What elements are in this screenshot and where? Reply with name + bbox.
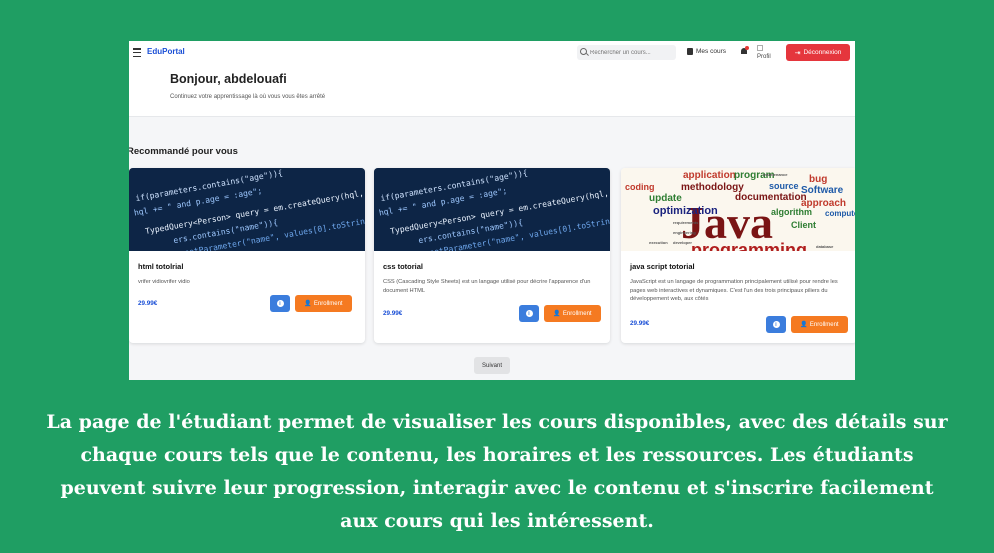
search-input[interactable] (590, 49, 670, 56)
course-thumbnail: Java programming application program mai… (621, 168, 855, 251)
welcome-banner: Bonjour, abdelouafi Continuez votre appr… (129, 66, 855, 117)
section-title: Recommandé pour vous (129, 146, 238, 157)
my-courses-label: Mes cours (696, 48, 726, 55)
app-screenshot: EduPortal Mes cours Profil ⇥ Déconnexion… (129, 41, 855, 380)
info-button[interactable]: i (766, 316, 786, 333)
word: bug (809, 174, 827, 185)
logout-icon: ⇥ (794, 49, 801, 57)
word: execution (649, 240, 668, 245)
broken-image-icon (757, 45, 763, 51)
info-button[interactable]: i (519, 305, 539, 322)
my-courses-link[interactable]: Mes cours (687, 48, 726, 55)
course-title: css totorial (383, 262, 424, 271)
brand-logo[interactable]: EduPortal (147, 47, 185, 56)
word: documentation (735, 192, 807, 203)
user-plus-icon: 👤 (553, 311, 561, 317)
avatar[interactable]: Profil (757, 45, 771, 61)
logout-button[interactable]: ⇥ Déconnexion (786, 44, 850, 61)
word: algorithm (771, 207, 812, 217)
navbar: EduPortal Mes cours Profil ⇥ Déconnexion (129, 41, 855, 67)
course-title: java script totorial (630, 262, 695, 271)
user-plus-icon: 👤 (304, 301, 312, 307)
course-thumbnail: if(parameters.contains("age")){ hql += "… (374, 168, 610, 251)
word: developer (673, 240, 692, 245)
word: Software (801, 185, 844, 196)
enroll-label: Enrollment (313, 300, 343, 307)
word: application (683, 170, 736, 181)
next-button[interactable]: Suivant (474, 357, 510, 374)
greeting-subtitle: Continuez votre apprentissage là où vous… (170, 94, 326, 100)
course-description: CSS (Cascading Style Sheets) est un lang… (383, 279, 591, 294)
word: source (769, 181, 799, 191)
notifications-button[interactable] (740, 46, 749, 56)
course-card[interactable]: Java programming application program mai… (621, 168, 855, 343)
enroll-label: Enrollment (562, 310, 592, 317)
enroll-button[interactable]: 👤 Enrollment (544, 305, 601, 322)
logout-label: Déconnexion (803, 49, 842, 56)
enroll-button[interactable]: 👤 Enrollment (295, 295, 352, 312)
course-price: 29.99€ (138, 300, 158, 307)
search-icon (580, 48, 589, 57)
course-description: vrifer vidiovrifer vidio (138, 279, 190, 285)
course-title: html totolrial (138, 262, 184, 271)
course-card[interactable]: if(parameters.contains("age")){ hql += "… (374, 168, 610, 343)
course-price: 29.99€ (630, 320, 650, 327)
enroll-button[interactable]: 👤 Enrollment (791, 316, 848, 333)
word: database (816, 244, 834, 249)
user-plus-icon: 👤 (800, 322, 808, 328)
word: requirements (673, 220, 699, 225)
notification-badge (745, 46, 749, 50)
word: update (649, 193, 682, 204)
course-price: 29.99€ (383, 310, 403, 317)
info-icon: i (276, 300, 284, 307)
menu-icon[interactable] (133, 48, 141, 57)
course-thumbnail: if(parameters.contains("age")){ hql += "… (129, 168, 365, 251)
word: Client (791, 220, 816, 230)
word-programming: programming (691, 240, 807, 251)
info-icon: i (525, 310, 533, 317)
word: optimization (653, 205, 718, 217)
book-icon (687, 48, 693, 55)
avatar-alt-text: Profil (757, 54, 771, 60)
word: engineering (673, 230, 696, 235)
word: coding (625, 182, 655, 192)
greeting-title: Bonjour, abdelouafi (170, 72, 287, 86)
caption-text: La page de l'étudiant permet de visualis… (46, 411, 948, 532)
search-bar[interactable] (577, 45, 676, 60)
course-card[interactable]: if(parameters.contains("age")){ hql += "… (129, 168, 365, 343)
info-icon: i (772, 321, 780, 328)
word: maintenance (763, 172, 788, 177)
enroll-label: Enrollment (809, 321, 839, 328)
course-description: JavaScript est un langage de programmati… (630, 279, 838, 302)
info-button[interactable]: i (270, 295, 290, 312)
word: computer (825, 209, 855, 218)
